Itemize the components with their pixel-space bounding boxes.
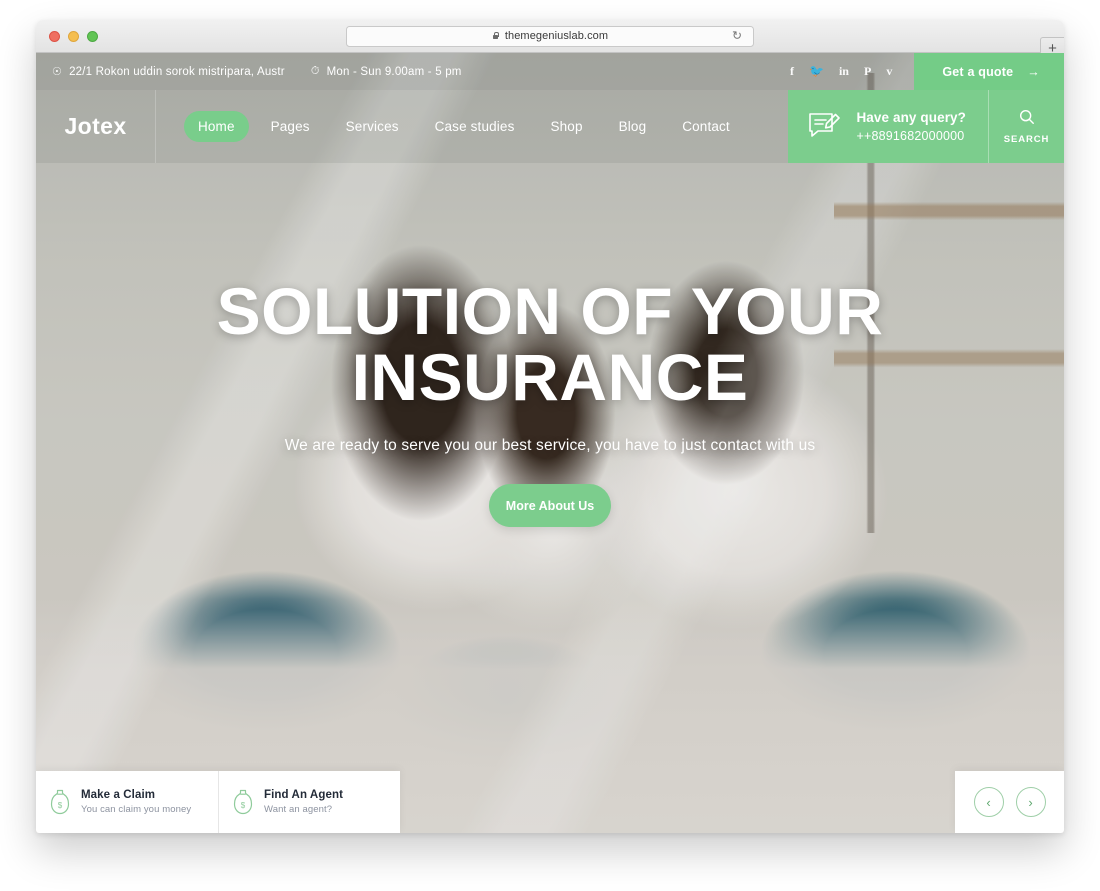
nav-item-pages[interactable]: Pages (257, 111, 324, 142)
reload-icon[interactable]: ↻ (732, 30, 743, 42)
site-logo[interactable]: Jotex (36, 90, 156, 163)
top-utility-bar: ☉ 22/1 Rokon uddin sorok mistripara, Aus… (36, 53, 1064, 90)
money-bag-icon: $ (50, 789, 70, 815)
main-navbar: Jotex Home Pages Services Case studies S… (36, 90, 1064, 163)
card-subtitle: Want an agent? (264, 804, 333, 815)
hours-text: Mon - Sun 9.00am - 5 pm (326, 65, 462, 78)
nav-item-services[interactable]: Services (332, 111, 413, 142)
have-any-query-block[interactable]: Have any query? ++8891682000000 (788, 90, 988, 163)
card-subtitle: You can claim you money (81, 804, 192, 815)
lock-icon (492, 32, 500, 41)
hero-title-line2: INSURANCE (351, 340, 749, 414)
nav-item-contact[interactable]: Contact (668, 111, 744, 142)
money-bag-icon: $ (233, 789, 253, 815)
get-a-quote-button[interactable]: Get a quote → (914, 53, 1064, 90)
website-viewport: ☉ 22/1 Rokon uddin sorok mistripara, Aus… (36, 53, 1064, 833)
slider-next-button[interactable]: › (1015, 787, 1046, 817)
address-bar[interactable]: themegeniuslab.com ↻ (346, 25, 754, 47)
nav-links: Home Pages Services Case studies Shop Bl… (156, 90, 744, 163)
nav-right-group: Have any query? ++8891682000000 SEARCH (788, 90, 1064, 163)
window-controls (49, 30, 98, 42)
twitter-icon[interactable]: 🐦 (809, 64, 824, 79)
hero-title-line1: SOLUTION OF YOUR (216, 274, 884, 348)
card-make-a-claim[interactable]: $ Make a Claim You can claim you money (36, 771, 218, 833)
card-text-group: Make a Claim You can claim you money (81, 789, 191, 815)
pinterest-icon[interactable]: P (864, 64, 871, 79)
nav-item-shop[interactable]: Shop (536, 111, 596, 142)
vimeo-icon[interactable]: v (886, 64, 892, 79)
card-find-an-agent[interactable]: $ Find An Agent Want an agent? (218, 771, 400, 833)
query-title: Have any query? (856, 109, 966, 125)
social-links: f 🐦 in P v (790, 64, 914, 79)
browser-titlebar: themegeniuslab.com ↻ + (36, 20, 1064, 60)
slider-controls: ‹ › (955, 771, 1064, 833)
location-pin-icon: ☉ (52, 66, 63, 78)
nav-item-blog[interactable]: Blog (605, 111, 661, 142)
more-about-us-button[interactable]: More About Us (489, 484, 611, 527)
address-item: ☉ 22/1 Rokon uddin sorok mistripara, Aus… (52, 65, 285, 79)
card-title: Make a Claim (81, 789, 156, 801)
message-edit-icon (808, 112, 842, 141)
search-icon (1019, 109, 1035, 130)
search-label: SEARCH (1003, 133, 1050, 145)
quick-links-bar: $ Make a Claim You can claim you money $ (36, 771, 400, 833)
nav-item-home[interactable]: Home (184, 111, 249, 142)
slider-prev-button[interactable]: ‹ (973, 787, 1004, 817)
topbar-actions: f 🐦 in P v Get a quote → (790, 53, 1064, 90)
maximize-button[interactable] (87, 30, 98, 42)
svg-text:$: $ (241, 801, 246, 810)
browser-window: themegeniuslab.com ↻ + ☉ 22/1 Rokon uddi… (36, 20, 1064, 833)
close-button[interactable] (49, 30, 60, 42)
query-phone: ++8891682000000 (856, 128, 965, 143)
topbar-info-group: ☉ 22/1 Rokon uddin sorok mistripara, Aus… (36, 65, 462, 78)
hero-section: SOLUTION OF YOUR INSURANCE We are ready … (36, 278, 1064, 527)
linkedin-icon[interactable]: in (839, 64, 849, 79)
minimize-button[interactable] (68, 30, 79, 42)
card-text-group: Find An Agent Want an agent? (264, 789, 343, 815)
url-text: themegeniuslab.com (504, 30, 609, 42)
query-text-group: Have any query? ++8891682000000 (856, 109, 966, 145)
address-text: 22/1 Rokon uddin sorok mistripara, Austr (69, 65, 285, 78)
hero-subtitle: We are ready to serve you our best servi… (284, 437, 816, 454)
facebook-icon[interactable]: f (790, 64, 794, 79)
arrow-right-icon: → (1027, 64, 1040, 79)
nav-item-case-studies[interactable]: Case studies (421, 111, 529, 142)
card-title: Find An Agent (264, 789, 344, 801)
get-a-quote-label: Get a quote (942, 64, 1014, 79)
search-button[interactable]: SEARCH (988, 90, 1064, 163)
clock-icon: ⏱ (310, 65, 320, 77)
hours-item: ⏱ Mon - Sun 9.00am - 5 pm (311, 65, 462, 78)
svg-text:$: $ (58, 801, 63, 810)
